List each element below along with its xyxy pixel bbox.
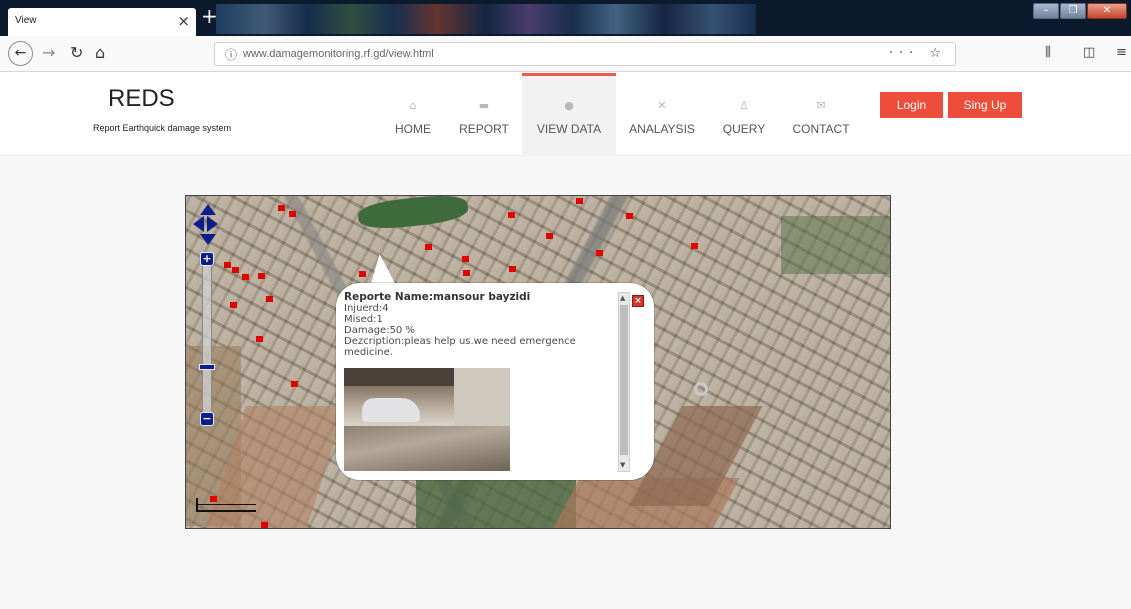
popup-content: Reporte Name:mansour bayzidi Injuerd:4 M… <box>344 291 614 359</box>
damage-marker[interactable] <box>278 205 285 211</box>
home-icon: ⌂ <box>409 99 417 112</box>
nav-home[interactable]: ⌂ HOME <box>385 73 441 156</box>
damage-marker[interactable] <box>576 198 583 204</box>
damage-marker[interactable] <box>230 302 237 308</box>
nav-query[interactable]: ♙ QUERY <box>720 73 768 156</box>
pan-down-icon[interactable] <box>200 234 216 245</box>
nav-label: REPORT <box>459 122 509 136</box>
photo-rubble <box>344 426 510 471</box>
nav-label: HOME <box>395 122 431 136</box>
damage-marker[interactable] <box>266 296 273 302</box>
url-text[interactable]: www.damagemonitoring.rf.gd/view.html <box>243 48 434 60</box>
injured-count: Injuerd:4 <box>344 303 389 314</box>
damage-marker[interactable] <box>546 233 553 239</box>
damage-marker[interactable] <box>242 274 249 280</box>
chat-icon: ● <box>564 99 574 112</box>
zoom-in-icon[interactable]: + <box>200 252 214 266</box>
forward-icon[interactable]: → <box>42 44 55 62</box>
site-info-icon[interactable]: ⓘ <box>225 46 237 63</box>
pan-up-icon[interactable] <box>200 204 216 215</box>
window-close-icon[interactable]: ✕ <box>1087 3 1127 19</box>
brand-logo[interactable]: REDS <box>108 85 175 113</box>
login-button[interactable]: Login <box>880 92 943 118</box>
nav-label: CONTACT <box>792 122 850 136</box>
damage-marker[interactable] <box>425 244 432 250</box>
sidebar-icon[interactable]: ◫ <box>1083 45 1095 60</box>
scroll-up-icon[interactable]: ▲ <box>620 294 625 302</box>
brand-tagline: Report Earthquick damage system <box>93 123 232 133</box>
missing-count: Mised:1 <box>344 314 383 325</box>
zoom-slider[interactable] <box>202 262 212 422</box>
damage-marker[interactable] <box>224 262 231 268</box>
popup-close-icon[interactable]: × <box>632 295 644 307</box>
map-pan-zoom-control: + − <box>193 204 223 434</box>
page-actions-icon[interactable]: ··· ☆ <box>889 46 947 61</box>
reload-icon[interactable]: ↻ <box>70 44 83 62</box>
nav-analysis[interactable]: ✕ ANALAYSIS <box>626 73 698 156</box>
damage-marker[interactable] <box>359 271 366 277</box>
damage-marker[interactable] <box>463 270 470 276</box>
scroll-down-icon[interactable]: ▼ <box>620 461 625 469</box>
photo-car <box>362 398 420 422</box>
browser-tab-bar: View × + – ❐ ✕ <box>0 0 1131 36</box>
reporter-name: Reporte Name:mansour bayzidi <box>344 291 531 303</box>
browser-toolbar: ← → ↻ ⌂ ⓘ www.damagemonitoring.rf.gd/vie… <box>0 36 1131 72</box>
nav-label: QUERY <box>722 122 766 136</box>
damage-marker[interactable] <box>289 211 296 217</box>
report-icon: ▬ <box>478 99 490 112</box>
damage-marker[interactable] <box>291 381 298 387</box>
url-bar[interactable]: ⓘ www.damagemonitoring.rf.gd/view.html ·… <box>214 42 956 66</box>
zoom-slider-handle[interactable] <box>199 364 215 370</box>
damage-marker[interactable] <box>691 243 698 249</box>
damage-marker[interactable] <box>509 266 516 272</box>
tab-close-icon[interactable]: × <box>177 12 190 30</box>
popup-scrollbar[interactable]: ▲ ▼ <box>618 292 630 472</box>
new-tab-icon[interactable]: + <box>201 5 218 27</box>
tools-icon: ✕ <box>657 99 667 112</box>
map-scale-bar <box>196 498 256 512</box>
browser-tab[interactable]: View × <box>8 8 196 36</box>
nav-contact[interactable]: ✉ CONTACT <box>788 73 854 156</box>
damage-marker[interactable] <box>508 212 515 218</box>
damage-marker[interactable] <box>626 213 633 219</box>
library-icon[interactable]: ⫼ <box>1045 45 1051 60</box>
back-icon[interactable]: ← <box>8 41 33 66</box>
window-controls: – ❐ ✕ <box>1033 3 1127 19</box>
map-green-area <box>781 216 890 274</box>
restore-icon[interactable]: ❐ <box>1060 3 1086 19</box>
pan-left-icon[interactable] <box>193 216 204 232</box>
home-icon[interactable]: ⌂ <box>95 44 105 62</box>
nav-label: VIEW DATA <box>536 122 602 136</box>
map-roundabout <box>694 382 708 396</box>
minimize-icon[interactable]: – <box>1033 3 1059 19</box>
report-popup: Reporte Name:mansour bayzidi Injuerd:4 M… <box>336 283 654 480</box>
map-green-area <box>356 196 470 232</box>
desktop-taskbar-backdrop <box>216 4 756 34</box>
damage-marker[interactable] <box>261 522 268 528</box>
nav-label: ANALAYSIS <box>629 122 695 136</box>
damage-marker[interactable] <box>232 267 239 273</box>
damaged-building-photo <box>344 368 510 471</box>
person-icon: ♙ <box>739 99 749 112</box>
menu-icon[interactable]: ≡ <box>1116 45 1127 60</box>
scroll-thumb[interactable] <box>620 305 628 455</box>
report-description: Dezcription:pleas help us.we need emerge… <box>344 336 576 358</box>
damage-marker[interactable] <box>258 273 265 279</box>
nav-report[interactable]: ▬ REPORT <box>455 73 513 156</box>
damage-marker[interactable] <box>596 250 603 256</box>
site-header: REDS Report Earthquick damage system ⌂ H… <box>0 73 1131 156</box>
pan-right-icon[interactable] <box>207 216 218 232</box>
zoom-out-icon[interactable]: − <box>200 412 214 426</box>
tab-title: View <box>15 15 37 26</box>
damage-marker[interactable] <box>462 256 469 262</box>
damage-marker[interactable] <box>256 336 263 342</box>
nav-view-data[interactable]: ● VIEW DATA <box>522 73 616 156</box>
damage-percent: Damage:50 % <box>344 325 415 336</box>
signup-button[interactable]: Sing Up <box>948 92 1022 118</box>
mail-icon: ✉ <box>816 99 826 112</box>
